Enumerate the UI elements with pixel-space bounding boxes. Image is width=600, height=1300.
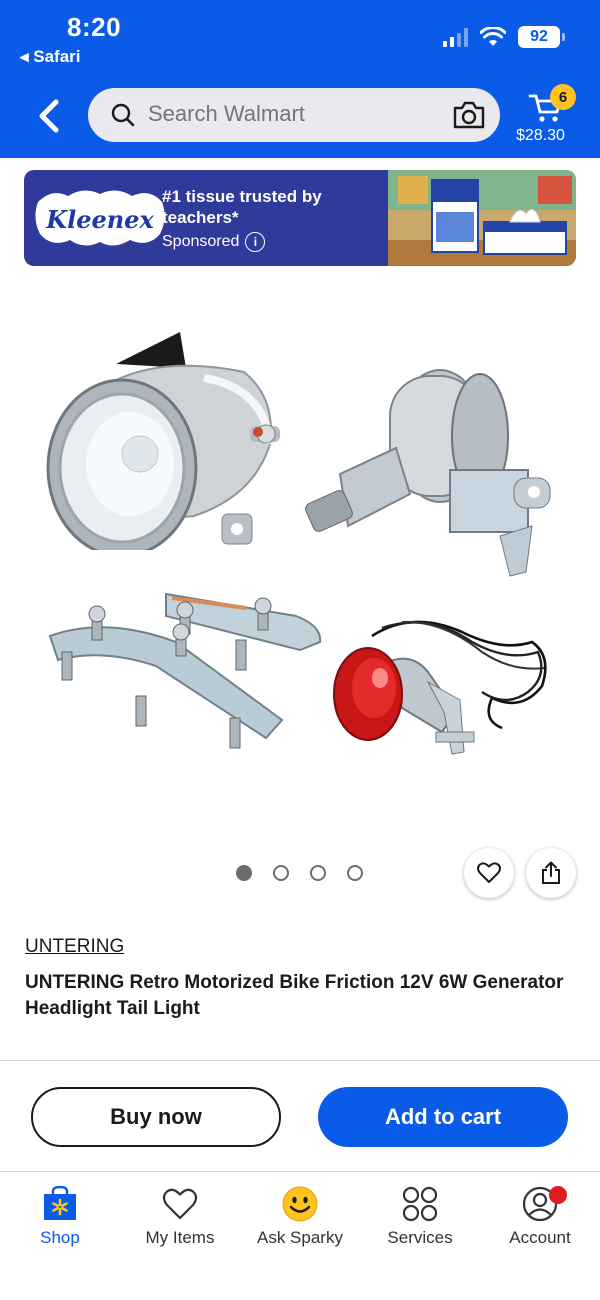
ad-product-photo [388, 170, 576, 266]
tab-services[interactable]: Services [360, 1186, 480, 1266]
tab-services-label: Services [387, 1228, 453, 1247]
battery-indicator: 92 [518, 26, 565, 48]
sponsored-banner[interactable]: Kleenex #1 tissue trusted by teachers* S… [24, 170, 576, 266]
bottom-tab-bar: Shop My Items Ask Sparky Services Accoun… [0, 1172, 600, 1300]
notification-dot [549, 1186, 567, 1204]
cart-total: $28.30 [516, 127, 565, 144]
carousel-dot-3[interactable] [310, 865, 326, 881]
buy-now-button[interactable]: Buy now [31, 1087, 281, 1147]
cart-button[interactable]: 6 $28.30 [516, 84, 580, 146]
search-icon [111, 103, 135, 127]
back-to-safari-link[interactable]: ◂ Safari [20, 47, 81, 67]
carousel-dot-1[interactable] [236, 865, 252, 881]
ad-headline: #1 tissue trusted by teachers* [162, 187, 322, 227]
smiley-icon [282, 1186, 318, 1222]
wifi-icon [480, 27, 506, 46]
divider [0, 1060, 600, 1061]
info-icon[interactable]: i [245, 232, 266, 252]
heart-icon [477, 862, 501, 883]
status-indicators: 92 [443, 26, 565, 48]
share-button[interactable] [526, 848, 576, 898]
add-to-cart-button[interactable]: Add to cart [318, 1087, 568, 1147]
tab-my-items[interactable]: My Items [120, 1186, 240, 1266]
back-chevron-icon[interactable] [32, 96, 66, 136]
tab-ask-sparky-label: Ask Sparky [257, 1228, 343, 1247]
tab-my-items-label: My Items [145, 1228, 215, 1247]
cart-count-badge: 6 [550, 84, 576, 110]
product-image-carousel[interactable] [0, 300, 600, 840]
tab-ask-sparky[interactable]: Ask Sparky [240, 1186, 360, 1266]
product-title: UNTERING Retro Motorized Bike Friction 1… [25, 972, 564, 1019]
sponsored-text: Sponsored [162, 233, 240, 250]
cellular-signal-icon [443, 27, 468, 47]
search-bar[interactable] [88, 88, 500, 142]
kleenex-logo-text: Kleenex [45, 205, 154, 234]
kleenex-logo: Kleenex [35, 190, 165, 246]
top-header: 8:20 ◂ Safari 92 6 $28.30 [0, 0, 600, 158]
tab-account-label: Account [509, 1228, 571, 1247]
heart-icon [162, 1188, 198, 1220]
camera-icon[interactable] [452, 99, 486, 131]
search-input[interactable] [148, 101, 428, 127]
mounting-brackets-image [48, 592, 322, 749]
sponsored-label[interactable]: Sponsored i [162, 232, 266, 252]
tab-account[interactable]: Account [480, 1186, 600, 1266]
headlight-image [46, 332, 280, 550]
services-grid-icon [402, 1186, 438, 1222]
status-time: 8:20 [67, 12, 122, 42]
favorite-button[interactable] [464, 848, 514, 898]
carousel-pagination[interactable] [236, 865, 363, 881]
share-icon [542, 861, 560, 884]
tab-shop[interactable]: Shop [0, 1186, 120, 1266]
generator-image [305, 369, 551, 577]
tab-shop-label: Shop [40, 1228, 80, 1247]
carousel-dot-2[interactable] [273, 865, 289, 881]
carousel-dot-4[interactable] [347, 865, 363, 881]
walmart-spark-bag-icon [44, 1186, 76, 1220]
tail-light-image [333, 620, 547, 755]
brand-link[interactable]: UNTERING [25, 936, 124, 958]
